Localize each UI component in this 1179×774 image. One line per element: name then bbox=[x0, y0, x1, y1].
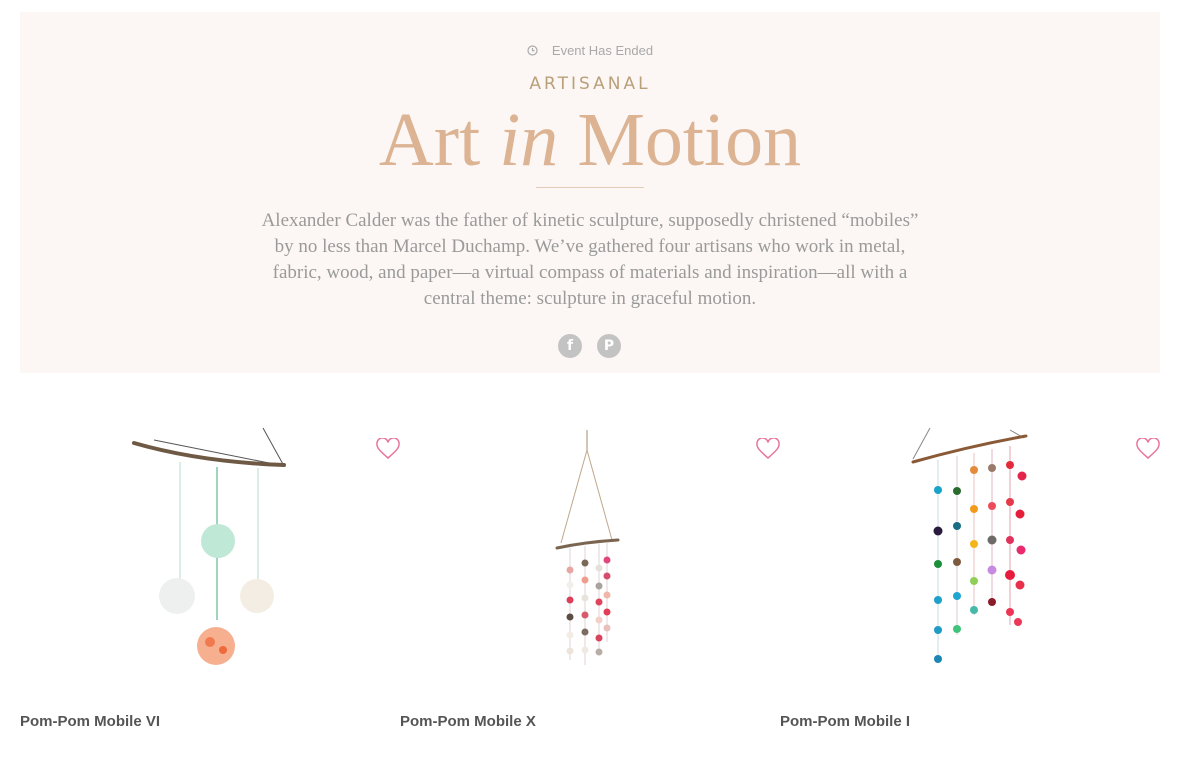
pinterest-icon: P bbox=[603, 338, 615, 354]
heart-icon[interactable] bbox=[756, 438, 780, 460]
pinterest-share-button[interactable]: P bbox=[597, 334, 621, 358]
event-title: Art in Motion bbox=[20, 100, 1160, 180]
product-card[interactable]: Pom-Pom Mobile VI bbox=[20, 410, 400, 740]
event-hero: Event Has Ended ARTISANAL Art in Motion … bbox=[20, 12, 1160, 373]
product-image[interactable] bbox=[400, 410, 780, 680]
facebook-icon: f bbox=[566, 338, 574, 354]
product-card[interactable]: Pom-Pom Mobile I bbox=[780, 410, 1160, 740]
title-part: Motion bbox=[558, 98, 802, 182]
product-name[interactable]: Pom-Pom Mobile VI bbox=[20, 713, 160, 731]
product-name[interactable]: Pom-Pom Mobile I bbox=[780, 713, 910, 731]
clock-icon bbox=[527, 45, 538, 56]
heart-icon[interactable] bbox=[1136, 438, 1160, 460]
event-status: Event Has Ended bbox=[20, 43, 1160, 59]
product-name[interactable]: Pom-Pom Mobile X bbox=[400, 713, 536, 731]
facebook-share-button[interactable]: f bbox=[558, 334, 582, 358]
title-part-italic: in bbox=[499, 98, 559, 182]
event-status-text: Event Has Ended bbox=[551, 43, 654, 58]
product-image[interactable] bbox=[780, 410, 1160, 680]
event-category: ARTISANAL bbox=[529, 74, 651, 94]
title-part: Art bbox=[378, 98, 500, 182]
heart-icon[interactable] bbox=[376, 438, 400, 460]
title-divider bbox=[536, 187, 644, 188]
share-buttons: f P bbox=[558, 334, 622, 358]
event-description: Alexander Calder was the father of kinet… bbox=[261, 210, 919, 309]
product-card[interactable]: Pom-Pom Mobile X bbox=[400, 410, 780, 740]
product-image[interactable] bbox=[20, 410, 400, 680]
